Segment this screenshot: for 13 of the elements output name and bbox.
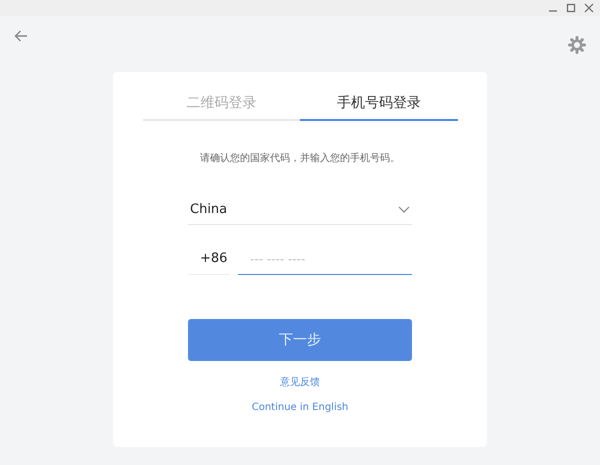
login-tab[interactable]: 手机号码登录 xyxy=(300,94,458,121)
chevron-down-icon xyxy=(398,206,410,213)
login-tab[interactable]: 二维码登录 xyxy=(142,94,300,121)
feedback-link[interactable]: 意见反馈 xyxy=(280,375,320,389)
back-arrow-icon[interactable] xyxy=(14,30,28,42)
language-link[interactable]: Continue in English xyxy=(252,402,348,413)
country-dropdown[interactable]: China xyxy=(188,195,412,225)
close-icon[interactable] xyxy=(584,3,594,13)
instruction-text: 请确认您的国家代码，并输入您的手机号码。 xyxy=(200,152,400,165)
country-code-field[interactable]: +86 xyxy=(188,243,230,275)
next-button[interactable]: 下一步 xyxy=(188,319,412,361)
settings-icon[interactable] xyxy=(568,36,586,54)
maximize-icon[interactable] xyxy=(566,3,576,13)
